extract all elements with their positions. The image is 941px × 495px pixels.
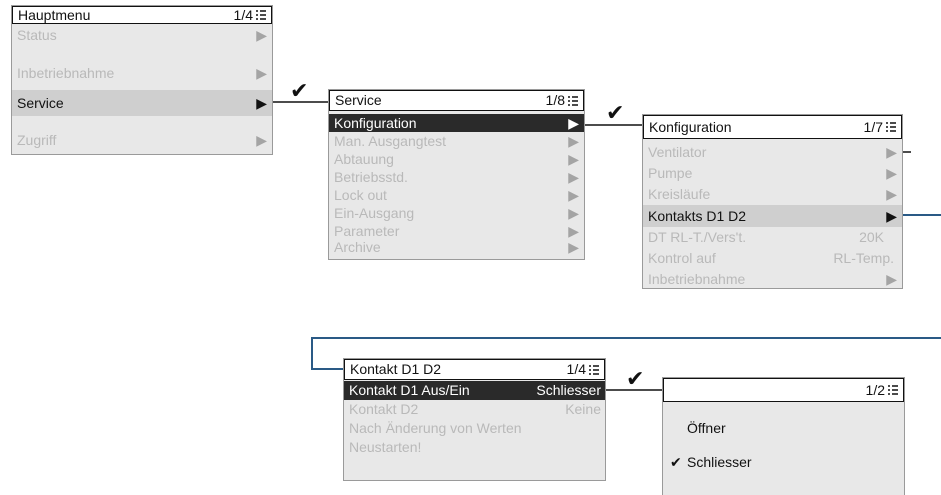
- service-title: Service: [335, 92, 382, 108]
- service-item-ausgangtest[interactable]: Man. Ausgangtest ▶: [329, 132, 584, 150]
- menu-list-icon: [256, 10, 266, 20]
- item-label: Neustarten!: [349, 439, 422, 455]
- konfiguration-item-ventilator[interactable]: Ventilator ▶: [643, 142, 902, 163]
- konfiguration-item-kontakts[interactable]: Kontakts D1 D2 ▶: [643, 205, 902, 227]
- item-value: RL-Temp.: [833, 250, 894, 266]
- item-value: Schliesser: [536, 382, 601, 398]
- item-label: Kreisläufe: [648, 186, 711, 202]
- service-item-konfiguration[interactable]: Konfiguration ▶: [329, 114, 584, 132]
- item-label: Pumpe: [648, 165, 693, 181]
- item-label: Inbetriebnahme: [17, 65, 115, 81]
- triangle-right-icon: ▶: [256, 132, 267, 148]
- service-item-archive[interactable]: Archive ▶: [329, 238, 584, 256]
- konfiguration-header: Konfiguration 1/7: [643, 115, 902, 139]
- kontakt-item-neustarten: Neustarten!: [344, 438, 605, 457]
- item-label: Betriebsstd.: [334, 169, 408, 185]
- item-label: Zugriff: [17, 132, 57, 148]
- kontakt-header: Kontakt D1 D2 1/4: [344, 359, 605, 380]
- item-label: Abtauung: [334, 151, 394, 167]
- service-page: 1/8: [545, 92, 565, 108]
- triangle-right-icon: ▶: [568, 151, 579, 167]
- item-label: Status: [17, 27, 57, 43]
- hauptmenu-item-status[interactable]: Status ▶: [12, 24, 272, 48]
- konfiguration-page: 1/7: [863, 119, 883, 135]
- service-header: Service 1/8: [329, 90, 584, 111]
- item-label: Lock out: [334, 187, 387, 203]
- konfiguration-title: Konfiguration: [649, 119, 732, 135]
- triangle-right-icon: ▶: [256, 95, 267, 111]
- item-label: Ventilator: [648, 144, 707, 160]
- item-label: Service: [17, 95, 64, 111]
- triangle-right-icon: ▶: [256, 27, 267, 43]
- triangle-right-icon: ▶: [886, 271, 897, 287]
- service-item-lockout[interactable]: Lock out ▶: [329, 186, 584, 204]
- menu-list-icon: [589, 364, 599, 375]
- kontakt-panel: Kontakt D1 D2 1/4 Kontakt D1 Aus/Ein Sch…: [343, 358, 606, 481]
- konfiguration-item-dt[interactable]: DT RL-T./Vers't. 20K: [643, 227, 902, 248]
- checkmark-icon: ✔: [670, 454, 682, 470]
- item-label: Konfiguration: [334, 115, 417, 131]
- hauptmenu-item-service[interactable]: Service ▶: [12, 90, 272, 116]
- konfiguration-item-inbetriebnahme[interactable]: Inbetriebnahme ▶: [643, 269, 902, 289]
- service-panel: Service 1/8 Konfiguration ▶ Man. Ausgang…: [328, 89, 585, 260]
- menu-list-icon: [886, 122, 896, 132]
- item-label: Archive: [334, 239, 381, 255]
- item-label: Kontakts D1 D2: [648, 208, 747, 224]
- checkmark-icon: ✔: [606, 100, 625, 125]
- kontakt-title: Kontakt D1 D2: [350, 361, 442, 377]
- auswahl-page: 1/2: [865, 382, 885, 398]
- kontakt-page: 1/4: [566, 361, 586, 377]
- option-label: Öffner: [687, 420, 726, 436]
- konfiguration-item-kreislaeufe[interactable]: Kreisläufe ▶: [643, 184, 902, 205]
- option-label: Schliesser: [687, 454, 752, 470]
- item-label: Kontrol auf: [648, 250, 716, 266]
- item-label: Man. Ausgangtest: [334, 133, 447, 149]
- triangle-right-icon: ▶: [568, 205, 579, 221]
- service-item-ein-ausgang[interactable]: Ein-Ausgang ▶: [329, 204, 584, 222]
- triangle-right-icon: ▶: [568, 169, 579, 185]
- auswahl-option-oeffner[interactable]: Öffner: [663, 418, 904, 438]
- triangle-right-icon: ▶: [886, 165, 897, 181]
- konfiguration-item-pumpe[interactable]: Pumpe ▶: [643, 163, 902, 184]
- checkmark-icon: ✔: [626, 366, 645, 391]
- item-value: 20K: [859, 229, 884, 245]
- hauptmenu-panel: Hauptmenu 1/4 Status ▶ Inbetriebnahme ▶ …: [11, 5, 273, 155]
- konfiguration-item-kontrol[interactable]: Kontrol auf RL-Temp.: [643, 248, 902, 269]
- triangle-right-icon: ▶: [886, 186, 897, 202]
- triangle-right-icon: ▶: [568, 239, 579, 255]
- item-label: Ein-Ausgang: [334, 205, 415, 221]
- checkmark-icon: ✔: [290, 78, 309, 103]
- hauptmenu-title: Hauptmenu: [18, 7, 91, 23]
- auswahl-panel: 1/2 Öffner ✔ Schliesser: [662, 377, 905, 495]
- triangle-right-icon: ▶: [568, 115, 579, 131]
- auswahl-header: 1/2: [663, 378, 904, 402]
- item-label: Kontakt D1 Aus/Ein: [349, 382, 470, 398]
- menu-list-icon: [568, 95, 578, 106]
- item-label: Nach Änderung von Werten: [349, 420, 522, 436]
- service-item-betriebsstd[interactable]: Betriebsstd. ▶: [329, 168, 584, 186]
- service-item-abtauung[interactable]: Abtauung ▶: [329, 150, 584, 168]
- hauptmenu-item-inbetriebnahme[interactable]: Inbetriebnahme ▶: [12, 58, 272, 88]
- item-label: Inbetriebnahme: [648, 271, 746, 287]
- triangle-right-icon: ▶: [256, 65, 267, 81]
- hauptmenu-header: Hauptmenu 1/4: [12, 6, 272, 24]
- item-value: Keine: [565, 401, 601, 417]
- triangle-right-icon: ▶: [568, 187, 579, 203]
- triangle-right-icon: ▶: [886, 144, 897, 160]
- menu-list-icon: [888, 385, 898, 395]
- hauptmenu-page: 1/4: [233, 7, 253, 23]
- auswahl-option-schliesser[interactable]: ✔ Schliesser: [663, 452, 904, 472]
- kontakt-item-aenderung: Nach Änderung von Werten: [344, 419, 605, 438]
- hauptmenu-item-zugriff[interactable]: Zugriff ▶: [12, 126, 272, 154]
- konfiguration-panel: Konfiguration 1/7 Ventilator ▶ Pumpe ▶ K…: [642, 114, 903, 289]
- kontakt-item-d2[interactable]: Kontakt D2 Keine: [344, 400, 605, 419]
- triangle-right-icon: ▶: [568, 133, 579, 149]
- triangle-right-icon: ▶: [886, 208, 897, 224]
- kontakt-item-d1[interactable]: Kontakt D1 Aus/Ein Schliesser: [344, 381, 605, 400]
- item-label: DT RL-T./Vers't.: [648, 229, 747, 245]
- item-label: Kontakt D2: [349, 401, 419, 417]
